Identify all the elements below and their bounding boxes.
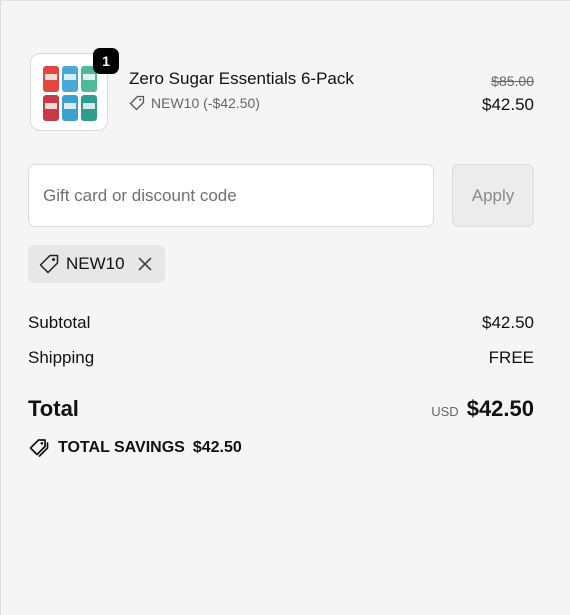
remove-discount-button[interactable] xyxy=(137,256,153,272)
total-amount: $42.50 xyxy=(466,396,534,421)
tag-icon xyxy=(39,254,59,274)
shipping-label: Shipping xyxy=(28,348,95,367)
total-label: Total xyxy=(28,396,79,421)
apply-button[interactable]: Apply xyxy=(452,164,534,227)
cart-line-item: 1 Zero Sugar Essentials 6-Pack NEW10 (-$… xyxy=(28,48,534,135)
quantity-badge: 1 xyxy=(93,48,119,74)
shipping-value: FREE xyxy=(488,348,534,367)
currency-code: USD xyxy=(431,404,459,419)
line-item-price: $42.50 xyxy=(482,95,534,114)
product-thumbnail: 1 xyxy=(30,48,119,131)
applied-discount-chip: NEW10 xyxy=(28,245,165,283)
subtotal-label: Subtotal xyxy=(28,313,91,332)
subtotal-value: $42.50 xyxy=(482,313,534,332)
shipping-row: Shipping FREE xyxy=(28,348,534,368)
total-amount-group: USD $42.50 xyxy=(431,396,534,422)
savings-value: $42.50 xyxy=(192,439,242,456)
close-icon xyxy=(138,257,151,271)
discount-code-input[interactable] xyxy=(28,164,434,227)
line-item-discount: NEW10 (-$42.50) xyxy=(129,95,260,111)
tags-icon xyxy=(29,439,49,457)
compare-at-price: $85.00 xyxy=(491,73,534,89)
line-item-discount-label: NEW10 (-$42.50) xyxy=(151,95,260,111)
tag-icon xyxy=(129,95,145,111)
total-row: Total USD $42.50 xyxy=(28,396,534,422)
product-name: Zero Sugar Essentials 6-Pack xyxy=(129,69,354,88)
total-savings: TOTAL SAVINGS $42.50 xyxy=(28,437,242,459)
subtotal-row: Subtotal $42.50 xyxy=(28,313,534,333)
applied-discount-code: NEW10 xyxy=(66,254,125,273)
savings-label: TOTAL SAVINGS xyxy=(58,439,185,456)
